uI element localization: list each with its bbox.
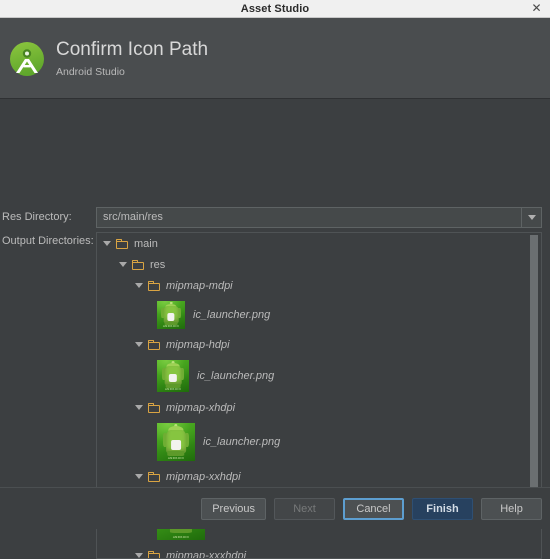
folder-icon: [148, 471, 161, 482]
next-button: Next: [274, 498, 335, 520]
launcher-icon-preview: ANDROID: [157, 423, 195, 461]
chevron-down-icon[interactable]: [135, 283, 143, 288]
tree-node-label: mipmap-xxxhdpi: [166, 550, 246, 559]
tree-folder-row[interactable]: mipmap-xxxhdpi: [97, 545, 527, 559]
res-directory-combo[interactable]: src/main/res: [96, 207, 542, 228]
folder-icon: [148, 402, 161, 413]
finish-button[interactable]: Finish: [412, 498, 473, 520]
tree-folder-row[interactable]: mipmap-xhdpi: [97, 397, 527, 418]
chevron-down-icon[interactable]: [521, 208, 541, 227]
tree-folder-row[interactable]: mipmap-xxhdpi: [97, 466, 527, 487]
close-icon[interactable]: ✕: [529, 1, 544, 16]
folder-icon: [116, 238, 129, 249]
tree-image-row[interactable]: ANDROID ic_launcher.png: [97, 355, 527, 397]
folder-icon: [148, 339, 161, 350]
tree-node-label: ic_launcher.png: [203, 436, 280, 448]
chevron-down-icon[interactable]: [135, 405, 143, 410]
tree-node-label: ic_launcher.png: [197, 370, 274, 382]
chevron-down-icon[interactable]: [135, 342, 143, 347]
window-title: Asset Studio: [241, 3, 309, 15]
output-directories-label-row: Output Directories:: [2, 234, 94, 248]
chevron-down-icon[interactable]: [119, 262, 127, 267]
android-studio-logo-icon: [8, 40, 46, 78]
dialog-header: Confirm Icon Path Android Studio: [0, 18, 550, 99]
dialog-footer: Previous Next Cancel Finish Help: [0, 487, 550, 529]
tree-node-label: ic_launcher.png: [193, 309, 270, 321]
folder-icon: [148, 280, 161, 291]
previous-button[interactable]: Previous: [201, 498, 266, 520]
chevron-down-icon[interactable]: [103, 241, 111, 246]
res-directory-label: Res Directory:: [2, 210, 72, 224]
tree-node-label: res: [150, 259, 165, 271]
help-button[interactable]: Help: [481, 498, 542, 520]
chevron-down-icon[interactable]: [135, 553, 143, 558]
window-titlebar: Asset Studio ✕: [0, 0, 550, 18]
tree-folder-row[interactable]: main: [97, 233, 527, 254]
folder-icon: [148, 550, 161, 559]
page-title: Confirm Icon Path: [56, 39, 208, 61]
tree-folder-row[interactable]: mipmap-mdpi: [97, 275, 527, 296]
output-directories-label: Output Directories:: [2, 234, 94, 248]
tree-image-row[interactable]: ANDROID ic_launcher.png: [97, 296, 527, 334]
chevron-down-icon[interactable]: [135, 474, 143, 479]
tree-folder-row[interactable]: res: [97, 254, 527, 275]
tree-node-label: mipmap-xhdpi: [166, 402, 235, 414]
folder-icon: [132, 259, 145, 270]
dialog-header-text: Confirm Icon Path Android Studio: [56, 39, 208, 78]
launcher-icon-preview: ANDROID: [157, 360, 189, 392]
chevron-down-glyph: [528, 215, 536, 220]
dialog-body: Res Directory: src/main/res Output Direc…: [0, 99, 550, 469]
res-directory-label-row: Res Directory:: [2, 210, 72, 224]
tree-node-label: mipmap-mdpi: [166, 280, 233, 292]
launcher-icon-preview: ANDROID: [157, 301, 185, 329]
tree-scrollbar-thumb[interactable]: [530, 235, 538, 491]
tree-node-label: mipmap-hdpi: [166, 339, 230, 351]
tree-image-row[interactable]: ANDROID ic_launcher.png: [97, 418, 527, 466]
tree-node-label: main: [134, 238, 158, 250]
tree-folder-row[interactable]: mipmap-hdpi: [97, 334, 527, 355]
page-subtitle: Android Studio: [56, 66, 208, 78]
res-directory-value[interactable]: src/main/res: [97, 208, 521, 227]
cancel-button[interactable]: Cancel: [343, 498, 404, 520]
tree-node-label: mipmap-xxhdpi: [166, 471, 241, 483]
